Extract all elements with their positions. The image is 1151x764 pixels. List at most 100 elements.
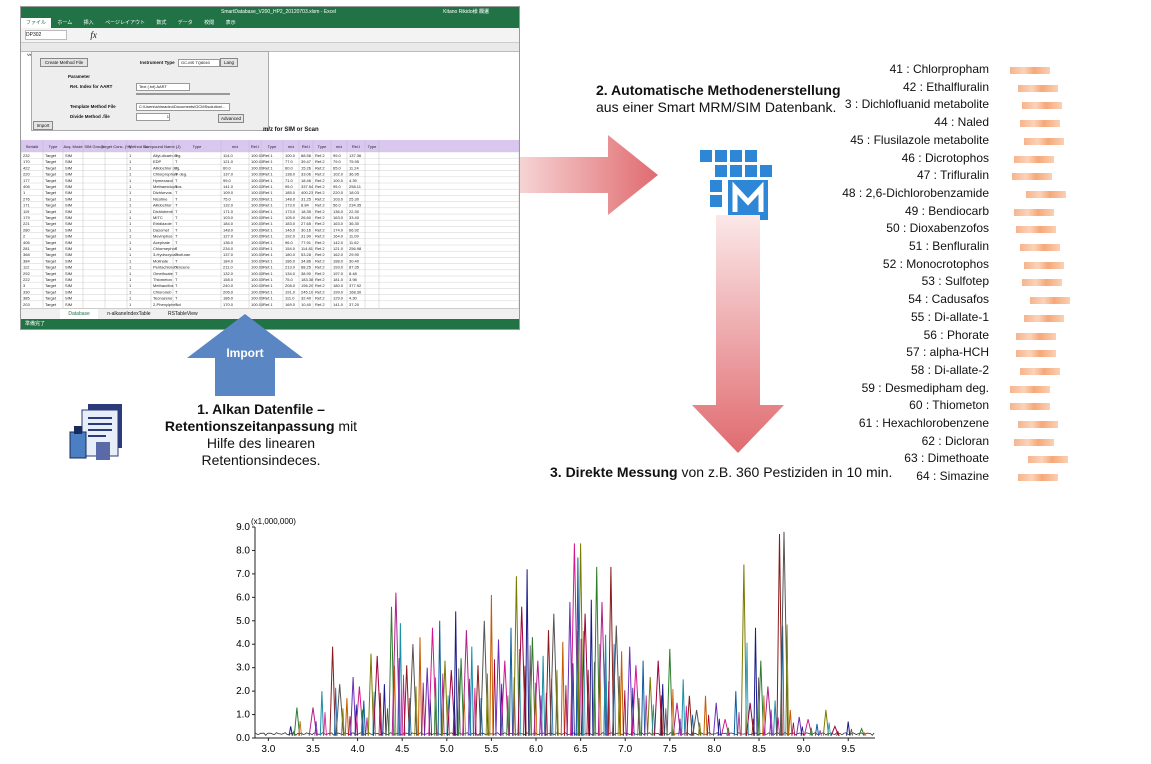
- table-cell[interactable]: 141.0: [223, 184, 234, 189]
- table-cell[interactable]: 1: [129, 258, 132, 263]
- table-cell[interactable]: 18.35: [301, 209, 312, 214]
- ribbon-tab-page-layout[interactable]: ページレイアウト: [100, 18, 150, 28]
- table-cell[interactable]: SIM: [65, 258, 72, 263]
- table-cell[interactable]: 60.0: [223, 165, 232, 170]
- table-cell[interactable]: Target: [45, 302, 57, 307]
- table-cell[interactable]: 384: [23, 258, 30, 263]
- table-cell[interactable]: 127.0: [223, 234, 234, 239]
- create-method-file-button[interactable]: Create Method File: [40, 58, 88, 67]
- table-cell[interactable]: SIM: [65, 165, 72, 170]
- table-cell[interactable]: Chloroneb: [153, 289, 172, 294]
- table-cell[interactable]: Ref.1: [263, 178, 273, 183]
- table-cell[interactable]: 234.0: [223, 246, 234, 251]
- table-cell[interactable]: 158.0: [223, 277, 234, 282]
- table-cell[interactable]: SIM: [65, 178, 72, 183]
- table-cell[interactable]: 179: [23, 215, 30, 220]
- table-cell[interactable]: Etridiazole: [153, 221, 172, 226]
- table-cell[interactable]: 276: [23, 196, 30, 201]
- table-cell[interactable]: SIM: [65, 240, 72, 245]
- table-cell[interactable]: 191.0: [285, 289, 296, 294]
- table-cell[interactable]: 95.0: [285, 184, 294, 189]
- table-cell[interactable]: 1: [129, 283, 132, 288]
- table-cell[interactable]: Ref.2: [315, 252, 325, 257]
- table-cell[interactable]: 211.0: [223, 265, 233, 270]
- table-cell[interactable]: Allidochlor: [153, 203, 172, 208]
- table-cell[interactable]: SIM: [65, 196, 72, 201]
- table-cell[interactable]: Hymexazol: [153, 178, 173, 183]
- table-cell[interactable]: 148.0: [285, 196, 296, 201]
- table-cell[interactable]: SIM: [65, 227, 72, 232]
- table-cell[interactable]: 220: [23, 172, 30, 177]
- table-cell[interactable]: T: [175, 159, 178, 164]
- import-button[interactable]: Import: [33, 121, 53, 130]
- table-cell[interactable]: Ref.1: [263, 172, 273, 177]
- table-cell[interactable]: Ref.1: [263, 271, 273, 276]
- table-cell[interactable]: Ref.1: [263, 227, 273, 232]
- table-cell[interactable]: T: [175, 246, 178, 251]
- table-cell[interactable]: SIM: [65, 246, 72, 251]
- table-cell[interactable]: Target: [45, 184, 57, 189]
- table-cell[interactable]: Ref.2: [315, 165, 325, 170]
- table-cell[interactable]: 1: [129, 221, 132, 226]
- table-cell[interactable]: 186.0: [285, 258, 296, 263]
- table-cell[interactable]: 18.03: [349, 190, 360, 195]
- table-cell[interactable]: 100.0: [285, 153, 296, 158]
- table-cell[interactable]: Ref.2: [315, 153, 325, 158]
- table-cell[interactable]: Ref.1: [263, 159, 273, 164]
- table-cell[interactable]: 1: [129, 246, 132, 251]
- table-cell[interactable]: 112: [23, 265, 30, 270]
- table-cell[interactable]: 180.0: [333, 283, 344, 288]
- table-cell[interactable]: 146.0: [285, 227, 296, 232]
- table-cell[interactable]: Ref.2: [315, 283, 325, 288]
- table-cell[interactable]: 38.90: [301, 271, 312, 276]
- table-cell[interactable]: 330: [23, 289, 30, 294]
- table-cell[interactable]: Ref.1: [263, 258, 273, 263]
- table-cell[interactable]: T: [175, 240, 178, 245]
- table-cell[interactable]: T: [175, 178, 178, 183]
- table-cell[interactable]: 129.0: [333, 296, 344, 301]
- table-cell[interactable]: 1: [129, 271, 132, 276]
- table-cell[interactable]: 114.0: [223, 153, 233, 158]
- template-method-field[interactable]: C:\Users\shimadzu\Documents\GCMSsolution…: [136, 103, 230, 111]
- table-cell[interactable]: 53.28: [301, 252, 312, 257]
- table-cell[interactable]: 31.25: [301, 196, 312, 201]
- table-cell[interactable]: 208.0: [285, 283, 296, 288]
- table-cell[interactable]: Target: [45, 190, 57, 195]
- lang-button[interactable]: Lang: [220, 58, 238, 67]
- ribbon-tab-file[interactable]: ファイル: [21, 18, 52, 28]
- table-cell[interactable]: T: [175, 215, 178, 220]
- table-cell[interactable]: Omethoate: [153, 271, 174, 276]
- table-cell[interactable]: Ref.2: [315, 234, 325, 239]
- table-cell[interactable]: 1: [129, 153, 132, 158]
- table-cell[interactable]: 105.0: [285, 215, 296, 220]
- instrument-type-select[interactable]: GC-MS TQ8040: [178, 59, 220, 67]
- table-cell[interactable]: SIM: [65, 271, 72, 276]
- table-cell[interactable]: 31.90: [301, 234, 312, 239]
- table-cell[interactable]: T: [175, 289, 178, 294]
- table-cell[interactable]: 180.0: [285, 252, 296, 257]
- table-cell[interactable]: SIM: [65, 190, 72, 195]
- table-cell[interactable]: 109.0: [223, 190, 234, 195]
- table-cell[interactable]: Target: [45, 165, 57, 170]
- table-cell[interactable]: 256.98: [349, 246, 362, 251]
- table-cell[interactable]: EDP: [153, 159, 162, 164]
- table-cell[interactable]: 1: [129, 215, 132, 220]
- table-cell[interactable]: 103.0: [223, 215, 234, 220]
- table-cell[interactable]: 1: [129, 252, 132, 257]
- table-cell[interactable]: Target: [45, 246, 57, 251]
- table-cell[interactable]: 1: [129, 209, 132, 214]
- table-cell[interactable]: 137.36: [349, 153, 362, 158]
- table-cell[interactable]: Ref.1: [263, 283, 273, 288]
- table-cell[interactable]: SIM: [65, 289, 72, 294]
- table-cell[interactable]: SIM: [65, 172, 72, 177]
- table-cell[interactable]: 99.0: [333, 153, 342, 158]
- table-cell[interactable]: 422: [23, 165, 30, 170]
- table-cell[interactable]: Thiometon: [153, 277, 172, 282]
- table-cell[interactable]: SIM: [65, 203, 72, 208]
- table-cell[interactable]: 162.0: [333, 252, 344, 257]
- ribbon-tab-home[interactable]: ホーム: [52, 18, 77, 28]
- table-cell[interactable]: 2: [23, 234, 26, 239]
- table-cell[interactable]: 184.0: [223, 221, 234, 226]
- table-cell[interactable]: 99.0: [223, 178, 232, 183]
- table-cell[interactable]: Target: [45, 215, 57, 220]
